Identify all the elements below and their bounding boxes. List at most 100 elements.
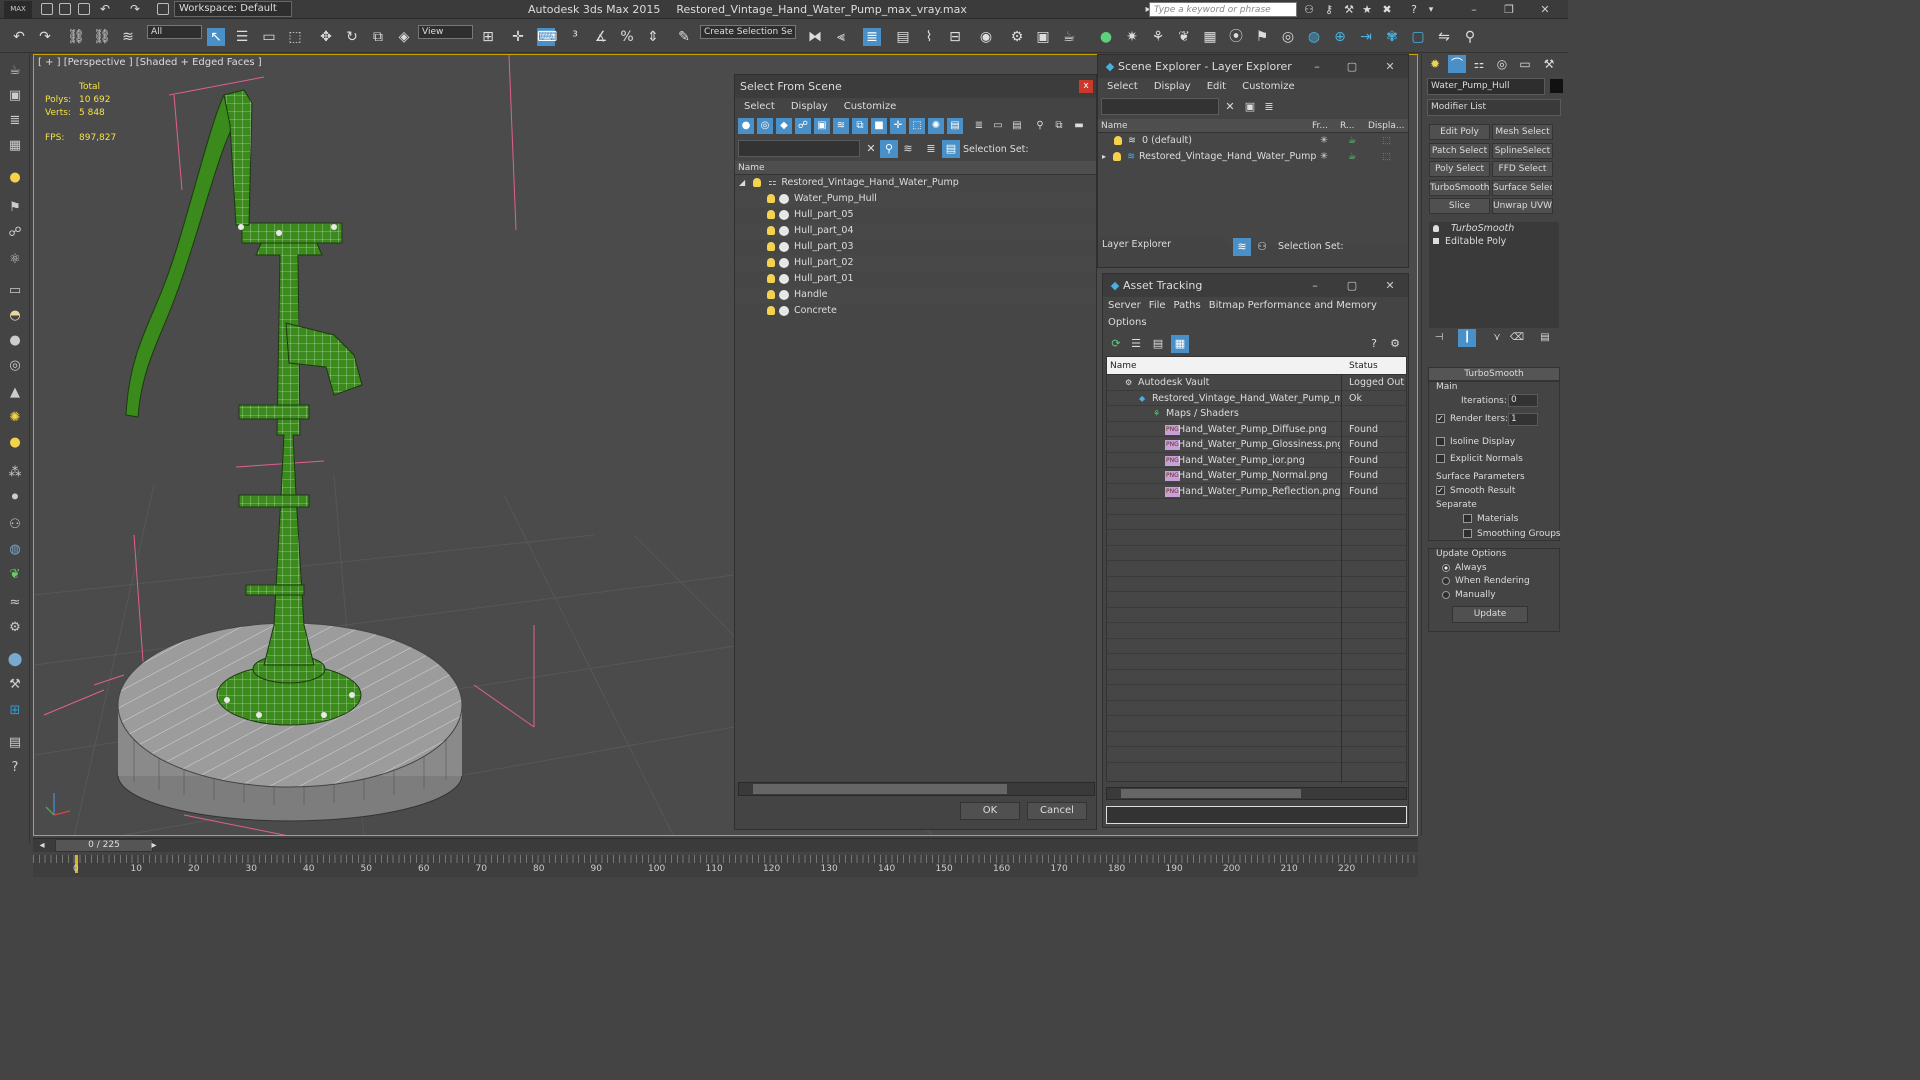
horizontal-scrollbar[interactable] bbox=[738, 782, 1095, 796]
always-radio[interactable] bbox=[1442, 563, 1450, 572]
hemisphere-icon[interactable]: ◓ bbox=[6, 307, 24, 325]
layer-explorer-icon[interactable]: ≣ bbox=[863, 28, 881, 46]
vray-frame-buffer-icon[interactable]: ◍ bbox=[1305, 28, 1323, 46]
list-option-icon-5[interactable]: ▬ bbox=[1071, 118, 1087, 134]
tree-item-row[interactable]: Concrete bbox=[735, 303, 1096, 319]
asset-settings-icon[interactable]: ⚙ bbox=[1386, 335, 1404, 353]
close-button[interactable]: ✕ bbox=[1536, 2, 1554, 17]
se-col-display[interactable]: Displa... bbox=[1368, 119, 1404, 133]
undo-icon[interactable]: ↶ bbox=[10, 28, 28, 46]
layers-stack-icon[interactable]: ≣ bbox=[922, 140, 940, 158]
vray-options-icon[interactable]: ⚲ bbox=[1461, 28, 1479, 46]
save-file-icon[interactable] bbox=[78, 3, 90, 15]
globe-icon[interactable]: ◍ bbox=[6, 541, 24, 559]
list-option-icon-0[interactable]: ≣ bbox=[971, 118, 987, 134]
footer-hierarchy-icon[interactable]: ⚇ bbox=[1253, 238, 1271, 256]
tree-item-row[interactable]: Hull_part_04 bbox=[735, 223, 1096, 239]
rendered-frame-window-icon[interactable]: ▣ bbox=[1034, 28, 1052, 46]
tree-item-row[interactable]: Hull_part_02 bbox=[735, 255, 1096, 271]
table-view-icon[interactable]: ▦ bbox=[1171, 335, 1189, 353]
time-next-icon[interactable]: ▸ bbox=[145, 837, 163, 855]
make-unique-icon[interactable]: ⋎ bbox=[1488, 329, 1506, 347]
time-prev-icon[interactable]: ◂ bbox=[33, 837, 51, 855]
display-filter-icon-10[interactable]: ✺ bbox=[928, 118, 944, 134]
modifier-button[interactable]: Surface Select bbox=[1492, 179, 1553, 196]
light-icon[interactable]: ● bbox=[6, 169, 24, 187]
tree-root-row[interactable]: ◢ ⚏ Restored_Vintage_Hand_Water_Pump bbox=[735, 175, 1096, 191]
asset-row[interactable]: ⚙ Autodesk Vault Logged Out bbox=[1107, 375, 1406, 391]
modifier-button[interactable]: Poly Select bbox=[1429, 161, 1490, 177]
manually-radio[interactable] bbox=[1442, 590, 1450, 599]
favorites-star-icon[interactable]: ★ bbox=[1358, 1, 1376, 19]
hair-fur-icon[interactable]: ≈ bbox=[6, 594, 24, 612]
redo-small-icon[interactable]: ↷ bbox=[126, 0, 144, 18]
particles-icon[interactable]: ⁂ bbox=[6, 464, 24, 482]
omni-icon[interactable]: ● bbox=[6, 434, 24, 452]
expand-arrow-icon[interactable]: ◢ bbox=[739, 178, 745, 187]
selection-set-icon[interactable]: ▤ bbox=[942, 140, 960, 158]
menu-select[interactable]: Select bbox=[744, 101, 775, 112]
vray-scene-converter-icon[interactable]: ⊕ bbox=[1331, 28, 1349, 46]
ok-button[interactable]: OK bbox=[960, 802, 1020, 820]
modifier-button[interactable]: FFD Select bbox=[1492, 161, 1553, 177]
object-name-input[interactable]: Water_Pump_Hull bbox=[1427, 78, 1545, 95]
visibility-bulb-icon[interactable] bbox=[767, 258, 775, 267]
materials-checkbox[interactable] bbox=[1463, 514, 1472, 523]
list-option-icon-2[interactable]: ▤ bbox=[1009, 118, 1025, 134]
display-filter-icon-4[interactable]: ▣ bbox=[814, 118, 830, 134]
minimize-button[interactable]: – bbox=[1465, 2, 1483, 17]
configure-sets-icon[interactable]: ▤ bbox=[1536, 329, 1554, 347]
exchange-icon[interactable]: ✖ bbox=[1378, 1, 1396, 19]
asset-row[interactable]: ◆ Restored_Vintage_Hand_Water_Pump_m... Ok bbox=[1107, 391, 1406, 406]
details-view-icon[interactable]: ▤ bbox=[1149, 335, 1167, 353]
render-teapot-icon[interactable]: ☕ bbox=[1348, 133, 1357, 149]
clipboard-icon[interactable]: ▤ bbox=[6, 734, 24, 752]
mirror-icon[interactable]: ⧓ bbox=[806, 28, 824, 46]
visibility-bulb-icon[interactable] bbox=[767, 290, 775, 299]
display-filter-icon-2[interactable]: ◆ bbox=[776, 118, 792, 134]
at-menu-options[interactable]: Options bbox=[1108, 317, 1147, 328]
layer-expand-icon[interactable]: ▸ bbox=[1102, 152, 1106, 161]
display-filter-icon-0[interactable]: ● bbox=[738, 118, 754, 134]
render-teapot-icon-2[interactable]: ☕ bbox=[1348, 149, 1357, 165]
freeze-snowflake-icon-2[interactable]: ✳ bbox=[1320, 149, 1328, 165]
tree-item-row[interactable]: Water_Pump_Hull bbox=[735, 191, 1096, 207]
stack-item-editable-poly[interactable]: Editable Poly bbox=[1429, 235, 1559, 248]
spacewarp-icon[interactable]: ⚛ bbox=[6, 251, 24, 269]
modify-tab-icon[interactable]: ⌒ bbox=[1448, 55, 1466, 73]
select-by-name-icon[interactable]: ☰ bbox=[233, 28, 251, 46]
asset-help-icon[interactable]: ? bbox=[1365, 335, 1383, 353]
helper-icon[interactable]: ☍ bbox=[6, 224, 24, 242]
se-menu-edit[interactable]: Edit bbox=[1207, 81, 1226, 92]
render-iters-checkbox[interactable]: ✓ bbox=[1436, 414, 1445, 423]
display-box-icon[interactable]: ⬚ bbox=[1382, 133, 1391, 149]
stack-bulb-icon[interactable] bbox=[1433, 225, 1439, 232]
binoculars-icon[interactable]: ⚇ bbox=[1300, 1, 1318, 19]
question-icon[interactable]: ? bbox=[6, 759, 24, 777]
vray-material-icon[interactable]: ✾ bbox=[1383, 28, 1401, 46]
vray-toggle-icon[interactable]: ⇋ bbox=[1435, 28, 1453, 46]
material-editor-icon[interactable]: ◉ bbox=[977, 28, 995, 46]
pump-column[interactable] bbox=[238, 222, 343, 666]
se-col-render[interactable]: R... bbox=[1340, 119, 1355, 133]
object-color-swatch[interactable] bbox=[1550, 79, 1563, 93]
layer-bulb-icon[interactable] bbox=[1114, 136, 1122, 145]
maximize-button[interactable]: ❐ bbox=[1500, 2, 1518, 17]
se-menu-customize[interactable]: Customize bbox=[1242, 81, 1295, 92]
isoline-checkbox[interactable] bbox=[1436, 437, 1445, 446]
scene-explorer-close-button[interactable]: ✕ bbox=[1381, 59, 1399, 74]
display-filter-icon-5[interactable]: ≋ bbox=[833, 118, 849, 134]
tree-item-row[interactable]: Handle bbox=[735, 287, 1096, 303]
visibility-bulb-icon[interactable] bbox=[767, 306, 775, 315]
at-col-name[interactable]: Name bbox=[1110, 357, 1137, 375]
character-icon[interactable]: ⚇ bbox=[6, 516, 24, 534]
tree-item-row[interactable]: Hull_part_01 bbox=[735, 271, 1096, 287]
select-object-icon[interactable]: ↖ bbox=[207, 28, 225, 46]
asset-minimize-button[interactable]: – bbox=[1306, 278, 1324, 293]
explicit-normals-checkbox[interactable] bbox=[1436, 454, 1445, 463]
cancel-button[interactable]: Cancel bbox=[1027, 802, 1087, 820]
menu-display[interactable]: Display bbox=[791, 101, 828, 112]
scene-explorer-find-input[interactable] bbox=[1101, 98, 1219, 115]
vray-fur-icon[interactable]: ❦ bbox=[1175, 28, 1193, 46]
track-bar[interactable]: 0 10 20 30 40 50 60 70 80 90 100 110 120 130 140 150 160… bbox=[33, 855, 1418, 877]
